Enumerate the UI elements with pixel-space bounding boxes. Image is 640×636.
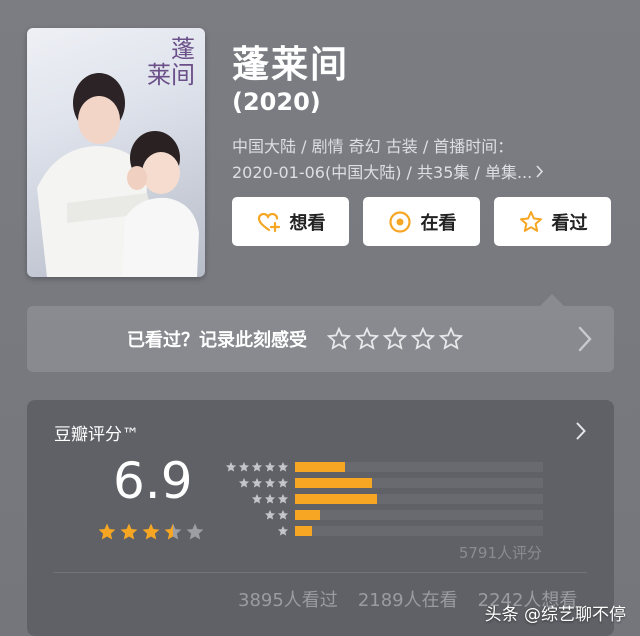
small-star-icon [238, 477, 250, 488]
heart-plus-icon [256, 209, 282, 235]
rating-total: 5791人评分 [458, 544, 542, 562]
rating-stars [97, 522, 205, 542]
want-to-watch-label: 想看 [289, 212, 326, 234]
small-star-icon [277, 477, 289, 488]
distribution-bar [295, 526, 313, 536]
distribution-bar [295, 494, 377, 504]
small-star-icon [277, 525, 289, 536]
star-outline-icon [411, 327, 435, 350]
rating-star-icon [98, 523, 116, 540]
small-star-icon [251, 461, 263, 472]
small-star-icon [251, 493, 263, 504]
poster-calligraphy-line: 蓬 [171, 35, 195, 63]
distribution-bar [295, 462, 345, 472]
distribution-stars [223, 493, 289, 505]
distribution-stars [223, 477, 289, 489]
watching-count[interactable]: 2189人在看 [358, 586, 458, 612]
chevron-right-icon [536, 163, 544, 182]
action-buttons: 想看 在看 看过 [232, 197, 611, 246]
watched-count[interactable]: 3895人看过 [238, 586, 338, 612]
rating-star-icon [164, 523, 182, 540]
tooltip-pointer [540, 294, 564, 306]
rating-distribution [223, 459, 543, 539]
distribution-track [295, 510, 543, 520]
small-star-icon [277, 493, 289, 504]
watched-label: 看过 [551, 212, 588, 234]
rating-star-icon [186, 523, 204, 540]
watching-label: 在看 [420, 212, 457, 234]
star-outline-icon [327, 327, 351, 350]
star-outline-icon [518, 209, 544, 235]
page-title: 蓬莱间 [232, 43, 349, 86]
distribution-row [223, 475, 543, 491]
poster-image[interactable]: 蓬 莱间 [27, 28, 205, 277]
poster-calligraphy-line: 莱间 [147, 61, 195, 89]
want-to-watch-button[interactable]: 想看 [232, 197, 349, 246]
distribution-bar [295, 510, 320, 520]
distribution-track [295, 494, 543, 504]
small-star-icon [225, 461, 237, 472]
rate-stars[interactable] [327, 327, 463, 351]
poster-title-calligraphy: 蓬 莱间 [141, 36, 195, 88]
small-star-icon [264, 477, 276, 488]
small-star-icon [264, 461, 276, 472]
release-year: (2020) [232, 88, 321, 116]
distribution-track [295, 526, 543, 536]
small-star-icon [251, 477, 263, 488]
distribution-row [223, 523, 543, 539]
record-feeling-label: 已看过？记录此刻感受 [127, 330, 307, 351]
small-star-icon [264, 493, 276, 504]
distribution-bar [295, 478, 372, 488]
watching-button[interactable]: 在看 [363, 197, 480, 246]
small-star-icon [277, 461, 289, 472]
chevron-right-icon[interactable] [576, 422, 586, 444]
star-outline-icon [355, 327, 379, 350]
distribution-track [295, 462, 543, 472]
record-feeling-bar[interactable]: 已看过？记录此刻感受 [27, 306, 614, 372]
rating-star-icon [120, 523, 138, 540]
target-icon [387, 209, 413, 235]
watched-button[interactable]: 看过 [494, 197, 611, 246]
distribution-stars [223, 509, 289, 521]
star-outline-icon [439, 327, 463, 350]
distribution-row [223, 459, 543, 475]
distribution-row [223, 507, 543, 523]
distribution-stars [223, 461, 289, 473]
rating-score: 6.9 [113, 452, 193, 510]
distribution-track [295, 478, 543, 488]
distribution-row [223, 491, 543, 507]
meta-line-date: 2020-01-06(中国大陆) / 共35集 / 单集... [232, 160, 592, 186]
watermark: 头条 @综艺聊不停 [484, 605, 626, 625]
meta-line-genre: 中国大陆 / 剧情 奇幻 古装 / 首播时间： [232, 137, 514, 156]
small-star-icon [277, 509, 289, 520]
small-star-icon [264, 509, 276, 520]
divider [54, 572, 587, 573]
rating-header: 豆瓣评分™ [54, 425, 139, 445]
chevron-right-icon[interactable] [578, 326, 592, 356]
meta-info[interactable]: 中国大陆 / 剧情 奇幻 古装 / 首播时间： 2020-01-06(中国大陆)… [232, 134, 592, 186]
star-outline-icon [383, 327, 407, 350]
small-star-icon [238, 461, 250, 472]
rating-star-icon [142, 523, 160, 540]
distribution-stars [223, 525, 289, 537]
meta-line-date-text: 2020-01-06(中国大陆) / 共35集 / 单集... [232, 163, 533, 182]
